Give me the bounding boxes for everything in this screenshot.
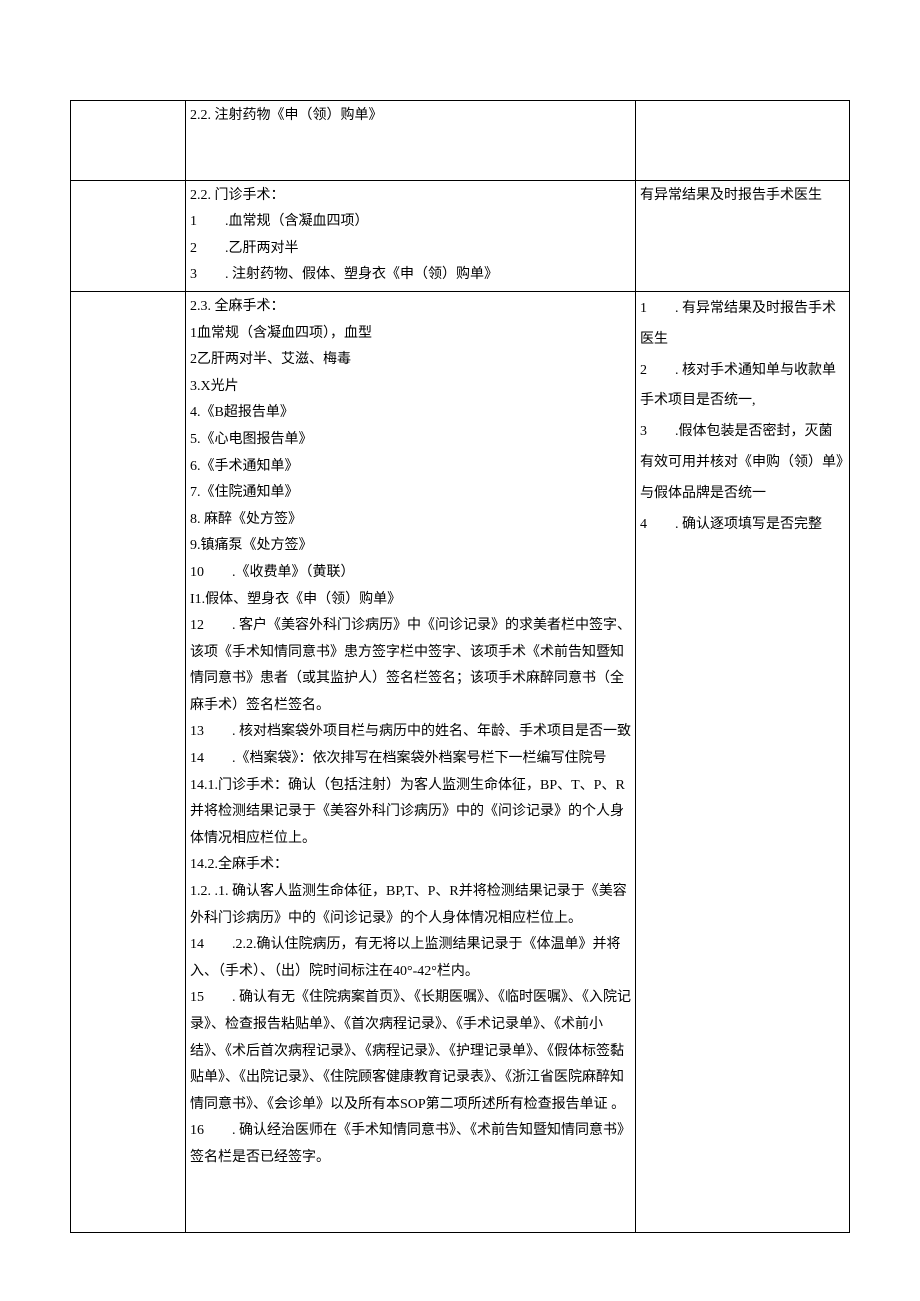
content-line: 1 .血常规（含凝血四项） bbox=[190, 209, 631, 236]
content-line: 4.《B超报告单》 bbox=[190, 400, 631, 427]
remark-line: 2 . 核对手术通知单与收款单手术项目是否统一, bbox=[640, 356, 845, 418]
content-line: 3.X光片 bbox=[190, 374, 631, 401]
content-line: 8. 麻醉《处方签》 bbox=[190, 507, 631, 534]
remark-line: 4 . 确认逐项填写是否完整 bbox=[640, 510, 845, 541]
content-line: 2乙肝两对半、艾滋、梅毒 bbox=[190, 347, 631, 374]
content-line: 2.2. 注射药物《申（领）购单》 bbox=[190, 103, 631, 130]
table-row: 2.2. 注射药物《申（领）购单》 bbox=[71, 101, 850, 181]
content-line: 5.《心电图报告单》 bbox=[190, 427, 631, 454]
content-line: 7.《住院通知单》 bbox=[190, 480, 631, 507]
content-line: 12 . 客户《美容外科门诊病历》中《问诊记录》的求美者栏中签字、该项《手术知情… bbox=[190, 613, 631, 719]
content-line: 10 .《收费单》（黄联） bbox=[190, 560, 631, 587]
remark-line: 1 . 有异常结果及时报告手术医生 bbox=[640, 294, 845, 356]
content-line: 14.2.全麻手术： bbox=[190, 852, 631, 879]
content-line: 1.2. .1. 确认客人监测生命体征，BP,T、P、R并将检测结果记录于《美容… bbox=[190, 879, 631, 932]
content-line: 6.《手术通知单》 bbox=[190, 454, 631, 481]
content-line: I1.假体、塑身衣《申（领）购单》 bbox=[190, 587, 631, 614]
content-line: 14 .《档案袋》：依次排写在档案袋外档案号栏下一栏编写住院号 bbox=[190, 746, 631, 773]
row-label-cell bbox=[71, 101, 186, 181]
remark-line: 有异常结果及时报告手术医生 bbox=[640, 183, 845, 210]
content-line: 15 . 确认有无《住院病案首页》、《长期医嘱》、《临时医嘱》、《入院记录》、检… bbox=[190, 985, 631, 1118]
remark-line: 3 .假体包装是否密封，灭菌有效可用并核对《申购（领）单》与假体品牌是否统一 bbox=[640, 417, 845, 509]
content-line: 2 .乙肝两对半 bbox=[190, 236, 631, 263]
content-line: 3 . 注射药物、假体、塑身衣《申（领）购单》 bbox=[190, 262, 631, 289]
remark-cell: 有异常结果及时报告手术医生 bbox=[636, 180, 850, 291]
content-line: 1血常规（含凝血四项），血型 bbox=[190, 321, 631, 348]
content-line: 14.1.门诊手术：确认（包括注射）为客人监测生命体征，BP、T、P、R并将检测… bbox=[190, 773, 631, 853]
document-table: 2.2. 注射药物《申（领）购单》 2.2. 门诊手术：1 .血常规（含凝血四项）… bbox=[70, 100, 850, 1233]
content-line: 9.镇痛泵《处方签》 bbox=[190, 533, 631, 560]
row-label-cell bbox=[71, 291, 186, 1232]
row-label-cell bbox=[71, 180, 186, 291]
table-row: 2.3. 全麻手术：1血常规（含凝血四项），血型2乙肝两对半、艾滋、梅毒3.X光… bbox=[71, 291, 850, 1232]
content-line: 13 . 核对档案袋外项目栏与病历中的姓名、年龄、手术项目是否一致 bbox=[190, 719, 631, 746]
content-cell: 2.2. 注射药物《申（领）购单》 bbox=[186, 101, 636, 181]
remark-cell bbox=[636, 101, 850, 181]
remark-cell: 1 . 有异常结果及时报告手术医生2 . 核对手术通知单与收款单手术项目是否统一… bbox=[636, 291, 850, 1232]
content-line: 2.2. 门诊手术： bbox=[190, 183, 631, 210]
content-cell: 2.2. 门诊手术：1 .血常规（含凝血四项）2 .乙肝两对半3 . 注射药物、… bbox=[186, 180, 636, 291]
content-line: 14 .2.2.确认住院病历，有无将以上监测结果记录于《体温单》并将入、（手术）… bbox=[190, 932, 631, 985]
content-cell: 2.3. 全麻手术：1血常规（含凝血四项），血型2乙肝两对半、艾滋、梅毒3.X光… bbox=[186, 291, 636, 1232]
content-line: 2.3. 全麻手术： bbox=[190, 294, 631, 321]
content-line: 16 . 确认经治医师在《手术知情同意书》、《术前告知暨知情同意书》签名栏是否已… bbox=[190, 1118, 631, 1171]
table-row: 2.2. 门诊手术：1 .血常规（含凝血四项）2 .乙肝两对半3 . 注射药物、… bbox=[71, 180, 850, 291]
